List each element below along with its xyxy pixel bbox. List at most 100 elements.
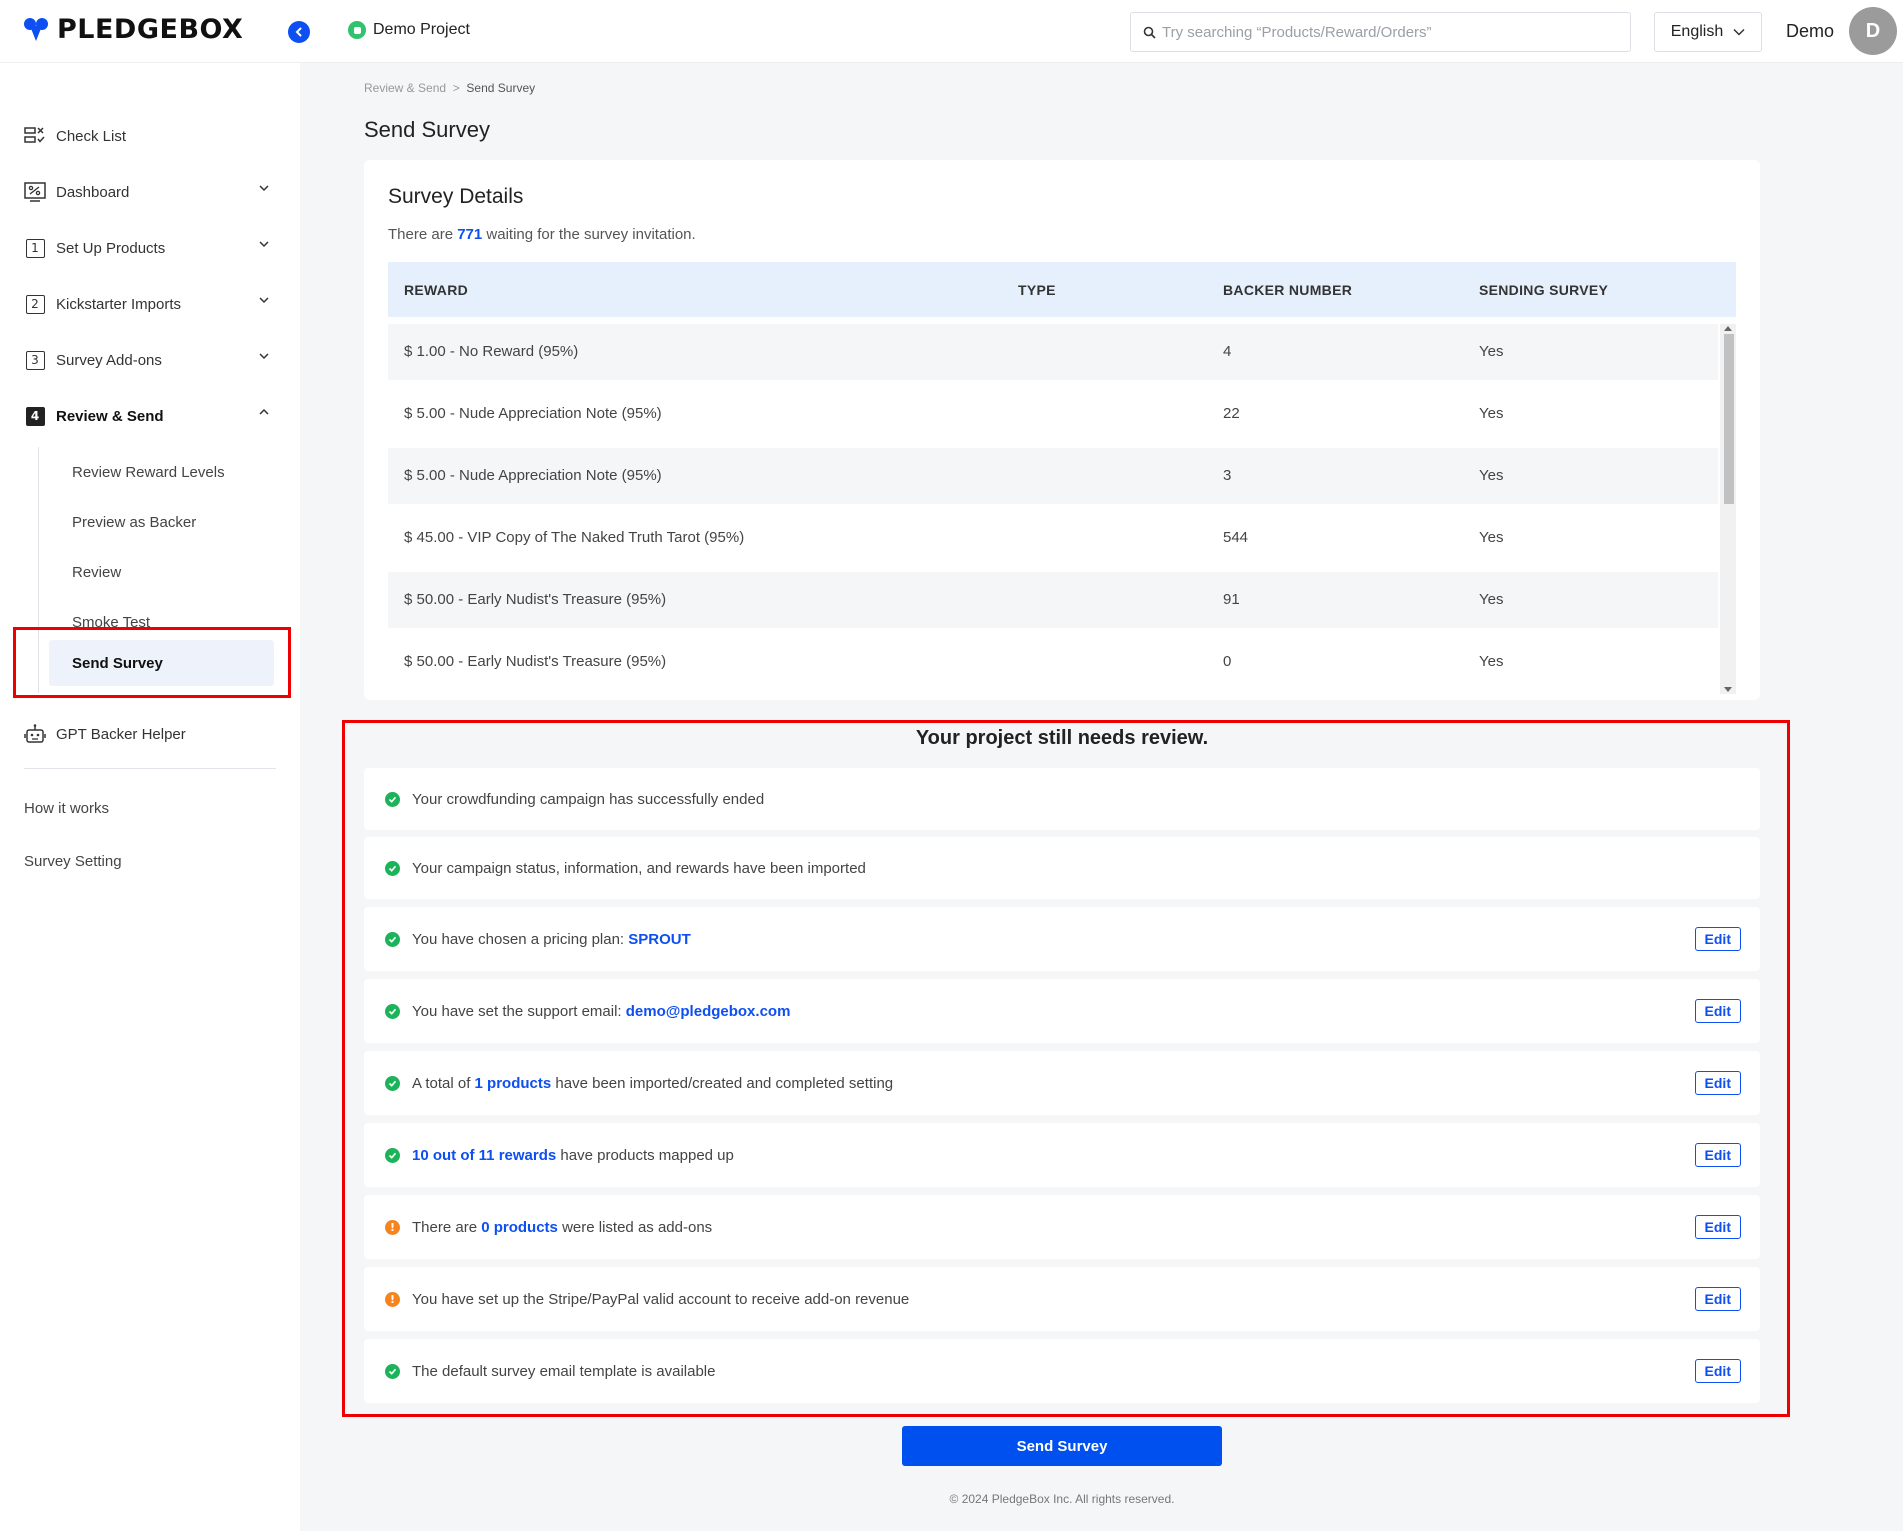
sidebar-item-label: Check List <box>56 127 127 145</box>
table-row: $ 50.00 - Early Nudist's Treasure (95%) … <box>388 572 1718 628</box>
warning-circle-icon: ! <box>385 1291 400 1307</box>
sidebar-item-kickstarter-imports[interactable]: 2 Kickstarter Imports <box>24 289 270 319</box>
language-select[interactable]: English <box>1654 12 1762 52</box>
sidebar-item-label: Survey Add-ons <box>56 351 162 369</box>
sidebar-item-gpt-backer-helper[interactable]: GPT Backer Helper <box>24 719 270 749</box>
edit-payment-account-button[interactable]: Edit <box>1694 1287 1741 1311</box>
avatar[interactable]: D <box>1849 7 1897 55</box>
cell-backer-number: 91 <box>1223 591 1240 608</box>
check-circle-icon <box>385 931 400 947</box>
cell-reward: $ 50.00 - Early Nudist's Treasure (95%) <box>404 591 667 608</box>
check-circle-icon <box>385 1075 400 1091</box>
survey-details-card: Survey Details There are 771 waiting for… <box>364 160 1760 700</box>
survey-details-summary: There are 771 waiting for the survey inv… <box>388 226 696 243</box>
review-item-text: A total of <box>412 1074 471 1092</box>
review-item-add-ons: ! There are 0 products were listed as ad… <box>364 1195 1760 1259</box>
breadcrumb-current: Send Survey <box>466 81 536 95</box>
check-circle-icon <box>385 1363 400 1379</box>
step-1-icon: 1 <box>25 238 45 258</box>
cell-backer-number: 544 <box>1223 529 1249 546</box>
table-body[interactable]: $ 1.00 - No Reward (95%) 4 Yes $ 5.00 - … <box>388 324 1718 690</box>
cell-reward: $ 45.00 - VIP Copy of The Naked Truth Ta… <box>404 529 745 546</box>
cell-backer-number: 22 <box>1223 405 1240 422</box>
review-item-campaign-ended: Your crowdfunding campaign has successfu… <box>364 768 1760 830</box>
search-input[interactable] <box>1162 23 1602 41</box>
cell-reward: $ 1.00 - No Reward (95%) <box>404 343 579 360</box>
sidebar-item-label: Dashboard <box>56 183 130 201</box>
review-item-text: were listed as add-ons <box>562 1218 713 1236</box>
chevron-left-icon <box>295 27 302 37</box>
review-item-text: Your crowdfunding campaign has successfu… <box>412 790 765 808</box>
scroll-thumb[interactable] <box>1724 334 1734 504</box>
pricing-plan-link[interactable]: SPROUT <box>628 931 691 948</box>
user-name[interactable]: Demo <box>1786 21 1834 42</box>
column-header-backer-number: BACKER NUMBER <box>1223 282 1353 298</box>
table-row: $ 5.00 - Nude Appreciation Note (95%) 22… <box>388 386 1718 442</box>
review-item-text: The default survey email template is ava… <box>412 1362 716 1380</box>
sidebar-subitem-smoke-test[interactable]: Smoke Test <box>72 614 150 631</box>
project-name: Demo Project <box>373 21 470 38</box>
support-email-link[interactable]: demo@pledgebox.com <box>626 1003 791 1020</box>
review-item-payment-account: ! You have set up the Stripe/PayPal vali… <box>364 1267 1760 1331</box>
sidebar-item-set-up-products[interactable]: 1 Set Up Products <box>24 233 270 263</box>
table-row: $ 1.00 - No Reward (95%) 4 Yes <box>388 324 1718 380</box>
edit-email-template-button[interactable]: Edit <box>1694 1359 1741 1383</box>
table-header: REWARD TYPE BACKER NUMBER SENDING SURVEY <box>388 262 1736 317</box>
project-icon <box>348 21 366 39</box>
sidebar-divider <box>24 768 276 769</box>
sidebar-item-check-list[interactable]: Check List <box>24 121 270 151</box>
step-3-icon: 3 <box>25 350 45 370</box>
breadcrumb-separator: > <box>452 81 460 95</box>
edit-products-button[interactable]: Edit <box>1694 1071 1741 1095</box>
survey-setting-link[interactable]: Survey Setting <box>24 853 122 870</box>
robot-icon <box>24 723 46 745</box>
add-on-products-link[interactable]: 0 products <box>481 1219 558 1236</box>
sidebar-item-label: Set Up Products <box>56 239 166 257</box>
edit-rewards-button[interactable]: Edit <box>1694 1143 1741 1167</box>
edit-pricing-plan-button[interactable]: Edit <box>1694 927 1741 951</box>
sidebar-subitem-review[interactable]: Review <box>72 564 121 581</box>
send-survey-button[interactable]: Send Survey <box>902 1426 1222 1466</box>
cell-sending-survey: Yes <box>1479 529 1504 546</box>
search-box[interactable] <box>1130 12 1631 52</box>
table-row: $ 45.00 - VIP Copy of The Naked Truth Ta… <box>388 510 1718 566</box>
check-circle-icon <box>385 860 400 876</box>
edit-add-ons-button[interactable]: Edit <box>1694 1215 1741 1239</box>
sidebar-item-review-send[interactable]: 4 Review & Send <box>24 401 270 431</box>
chevron-down-icon <box>259 185 269 192</box>
waiting-count[interactable]: 771 <box>457 226 482 243</box>
scroll-up-arrow-icon[interactable] <box>1724 326 1732 331</box>
cell-sending-survey: Yes <box>1479 591 1504 608</box>
rewards-mapped-link[interactable]: 10 out of 11 rewards <box>412 1147 556 1164</box>
edit-support-email-button[interactable]: Edit <box>1694 999 1741 1023</box>
pledgebox-logo[interactable]: PLEDGEBOX <box>23 14 243 45</box>
review-item-pricing-plan: You have chosen a pricing plan: SPROUT E… <box>364 907 1760 971</box>
how-it-works-link[interactable]: How it works <box>24 800 109 817</box>
sidebar-subitem-preview-as-backer[interactable]: Preview as Backer <box>72 514 196 531</box>
table-scrollbar[interactable] <box>1720 324 1736 694</box>
search-icon <box>1143 26 1156 39</box>
sidebar-item-survey-add-ons[interactable]: 3 Survey Add-ons <box>24 345 270 375</box>
breadcrumb-parent-link[interactable]: Review & Send <box>364 81 446 95</box>
top-bar: PLEDGEBOX Demo Project English Demo D <box>0 0 1903 63</box>
page-title: Send Survey <box>364 117 490 142</box>
warning-circle-icon: ! <box>385 1219 400 1235</box>
scroll-down-arrow-icon[interactable] <box>1724 687 1732 692</box>
column-header-type: TYPE <box>1018 282 1056 298</box>
footer-copyright: © 2024 PledgeBox Inc. All rights reserve… <box>949 1492 1175 1506</box>
sidebar-subitem-send-survey[interactable]: Send Survey <box>49 640 274 686</box>
cell-backer-number: 0 <box>1223 653 1232 670</box>
sidebar-subitem-review-reward-levels[interactable]: Review Reward Levels <box>72 464 225 481</box>
cell-backer-number: 4 <box>1223 343 1232 360</box>
check-circle-icon <box>385 1147 400 1163</box>
survey-details-title: Survey Details <box>388 185 524 208</box>
review-item-text: You have set up the Stripe/PayPal valid … <box>412 1290 910 1308</box>
review-title: Your project still needs review. <box>915 727 1209 749</box>
review-item-imported: Your campaign status, information, and r… <box>364 837 1760 899</box>
collapse-sidebar-button[interactable] <box>288 21 310 43</box>
sidebar-item-label: Review & Send <box>56 407 164 425</box>
products-link[interactable]: 1 products <box>475 1075 552 1092</box>
sidebar-item-dashboard[interactable]: Dashboard <box>24 177 270 207</box>
project-selector[interactable]: Demo Project <box>348 21 470 39</box>
check-circle-icon <box>385 1003 400 1019</box>
